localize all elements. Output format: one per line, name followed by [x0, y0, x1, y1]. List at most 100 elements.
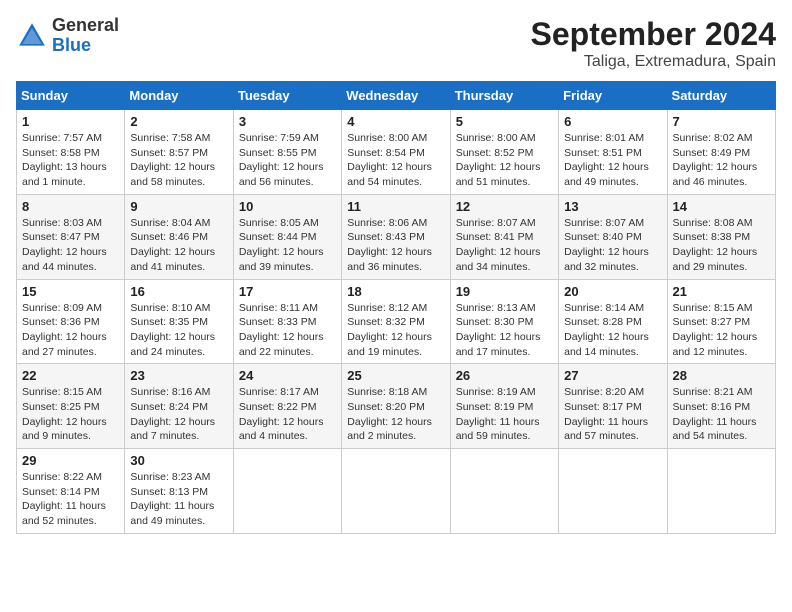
day-number: 5: [456, 114, 553, 129]
day-number: 18: [347, 284, 444, 299]
calendar-week-5: 29 Sunrise: 8:22 AMSunset: 8:14 PMDaylig…: [17, 449, 776, 534]
weekday-header-friday: Friday: [559, 82, 667, 110]
day-info: Sunrise: 8:19 AMSunset: 8:19 PMDaylight:…: [456, 385, 553, 444]
calendar-week-1: 1 Sunrise: 7:57 AMSunset: 8:58 PMDayligh…: [17, 110, 776, 195]
calendar-cell: [667, 449, 775, 534]
day-number: 21: [673, 284, 770, 299]
calendar-cell: 20 Sunrise: 8:14 AMSunset: 8:28 PMDaylig…: [559, 279, 667, 364]
calendar-cell: [559, 449, 667, 534]
calendar-cell: 23 Sunrise: 8:16 AMSunset: 8:24 PMDaylig…: [125, 364, 233, 449]
calendar-cell: 16 Sunrise: 8:10 AMSunset: 8:35 PMDaylig…: [125, 279, 233, 364]
calendar-cell: 30 Sunrise: 8:23 AMSunset: 8:13 PMDaylig…: [125, 449, 233, 534]
calendar-body: 1 Sunrise: 7:57 AMSunset: 8:58 PMDayligh…: [17, 110, 776, 534]
calendar-cell: [342, 449, 450, 534]
month-year: September 2024: [531, 16, 776, 53]
weekday-header-row: SundayMondayTuesdayWednesdayThursdayFrid…: [17, 82, 776, 110]
day-info: Sunrise: 8:00 AMSunset: 8:54 PMDaylight:…: [347, 131, 444, 190]
weekday-header-saturday: Saturday: [667, 82, 775, 110]
calendar-cell: 28 Sunrise: 8:21 AMSunset: 8:16 PMDaylig…: [667, 364, 775, 449]
day-number: 1: [22, 114, 119, 129]
day-number: 17: [239, 284, 336, 299]
day-number: 6: [564, 114, 661, 129]
calendar-cell: 7 Sunrise: 8:02 AMSunset: 8:49 PMDayligh…: [667, 110, 775, 195]
calendar-cell: 15 Sunrise: 8:09 AMSunset: 8:36 PMDaylig…: [17, 279, 125, 364]
weekday-header-thursday: Thursday: [450, 82, 558, 110]
logo: General Blue: [16, 16, 119, 56]
calendar-cell: 5 Sunrise: 8:00 AMSunset: 8:52 PMDayligh…: [450, 110, 558, 195]
header: General Blue September 2024 Taliga, Extr…: [16, 16, 776, 71]
day-number: 25: [347, 368, 444, 383]
day-info: Sunrise: 8:20 AMSunset: 8:17 PMDaylight:…: [564, 385, 661, 444]
day-info: Sunrise: 8:21 AMSunset: 8:16 PMDaylight:…: [673, 385, 770, 444]
day-number: 22: [22, 368, 119, 383]
calendar-cell: [233, 449, 341, 534]
calendar-cell: 2 Sunrise: 7:58 AMSunset: 8:57 PMDayligh…: [125, 110, 233, 195]
logo-icon: [16, 20, 48, 52]
calendar-cell: 11 Sunrise: 8:06 AMSunset: 8:43 PMDaylig…: [342, 194, 450, 279]
day-info: Sunrise: 8:02 AMSunset: 8:49 PMDaylight:…: [673, 131, 770, 190]
day-info: Sunrise: 7:59 AMSunset: 8:55 PMDaylight:…: [239, 131, 336, 190]
calendar-cell: 13 Sunrise: 8:07 AMSunset: 8:40 PMDaylig…: [559, 194, 667, 279]
day-number: 2: [130, 114, 227, 129]
location: Taliga, Extremadura, Spain: [531, 53, 776, 71]
day-info: Sunrise: 8:07 AMSunset: 8:41 PMDaylight:…: [456, 216, 553, 275]
weekday-header-tuesday: Tuesday: [233, 82, 341, 110]
day-info: Sunrise: 8:22 AMSunset: 8:14 PMDaylight:…: [22, 470, 119, 529]
day-info: Sunrise: 8:17 AMSunset: 8:22 PMDaylight:…: [239, 385, 336, 444]
day-info: Sunrise: 8:05 AMSunset: 8:44 PMDaylight:…: [239, 216, 336, 275]
weekday-header-sunday: Sunday: [17, 82, 125, 110]
day-info: Sunrise: 8:12 AMSunset: 8:32 PMDaylight:…: [347, 301, 444, 360]
day-number: 29: [22, 453, 119, 468]
day-number: 14: [673, 199, 770, 214]
day-number: 16: [130, 284, 227, 299]
day-number: 13: [564, 199, 661, 214]
day-info: Sunrise: 8:23 AMSunset: 8:13 PMDaylight:…: [130, 470, 227, 529]
calendar-week-3: 15 Sunrise: 8:09 AMSunset: 8:36 PMDaylig…: [17, 279, 776, 364]
day-number: 26: [456, 368, 553, 383]
calendar-cell: 24 Sunrise: 8:17 AMSunset: 8:22 PMDaylig…: [233, 364, 341, 449]
day-number: 10: [239, 199, 336, 214]
day-info: Sunrise: 8:07 AMSunset: 8:40 PMDaylight:…: [564, 216, 661, 275]
calendar: SundayMondayTuesdayWednesdayThursdayFrid…: [16, 81, 776, 534]
weekday-header-monday: Monday: [125, 82, 233, 110]
calendar-cell: 29 Sunrise: 8:22 AMSunset: 8:14 PMDaylig…: [17, 449, 125, 534]
day-number: 12: [456, 199, 553, 214]
calendar-cell: 19 Sunrise: 8:13 AMSunset: 8:30 PMDaylig…: [450, 279, 558, 364]
calendar-cell: 4 Sunrise: 8:00 AMSunset: 8:54 PMDayligh…: [342, 110, 450, 195]
day-number: 30: [130, 453, 227, 468]
calendar-cell: 14 Sunrise: 8:08 AMSunset: 8:38 PMDaylig…: [667, 194, 775, 279]
weekday-header-wednesday: Wednesday: [342, 82, 450, 110]
day-number: 23: [130, 368, 227, 383]
day-number: 28: [673, 368, 770, 383]
day-info: Sunrise: 8:04 AMSunset: 8:46 PMDaylight:…: [130, 216, 227, 275]
day-info: Sunrise: 8:18 AMSunset: 8:20 PMDaylight:…: [347, 385, 444, 444]
day-number: 11: [347, 199, 444, 214]
day-info: Sunrise: 8:06 AMSunset: 8:43 PMDaylight:…: [347, 216, 444, 275]
calendar-cell: 10 Sunrise: 8:05 AMSunset: 8:44 PMDaylig…: [233, 194, 341, 279]
day-number: 24: [239, 368, 336, 383]
day-number: 27: [564, 368, 661, 383]
calendar-cell: 22 Sunrise: 8:15 AMSunset: 8:25 PMDaylig…: [17, 364, 125, 449]
calendar-cell: [450, 449, 558, 534]
day-info: Sunrise: 8:14 AMSunset: 8:28 PMDaylight:…: [564, 301, 661, 360]
day-number: 7: [673, 114, 770, 129]
calendar-cell: 27 Sunrise: 8:20 AMSunset: 8:17 PMDaylig…: [559, 364, 667, 449]
calendar-cell: 26 Sunrise: 8:19 AMSunset: 8:19 PMDaylig…: [450, 364, 558, 449]
day-info: Sunrise: 8:15 AMSunset: 8:25 PMDaylight:…: [22, 385, 119, 444]
day-info: Sunrise: 8:15 AMSunset: 8:27 PMDaylight:…: [673, 301, 770, 360]
day-info: Sunrise: 7:58 AMSunset: 8:57 PMDaylight:…: [130, 131, 227, 190]
day-number: 3: [239, 114, 336, 129]
day-number: 4: [347, 114, 444, 129]
calendar-cell: 21 Sunrise: 8:15 AMSunset: 8:27 PMDaylig…: [667, 279, 775, 364]
day-number: 20: [564, 284, 661, 299]
calendar-week-4: 22 Sunrise: 8:15 AMSunset: 8:25 PMDaylig…: [17, 364, 776, 449]
calendar-cell: 18 Sunrise: 8:12 AMSunset: 8:32 PMDaylig…: [342, 279, 450, 364]
day-info: Sunrise: 7:57 AMSunset: 8:58 PMDaylight:…: [22, 131, 119, 190]
day-info: Sunrise: 8:01 AMSunset: 8:51 PMDaylight:…: [564, 131, 661, 190]
title-area: September 2024 Taliga, Extremadura, Spai…: [531, 16, 776, 71]
calendar-cell: 6 Sunrise: 8:01 AMSunset: 8:51 PMDayligh…: [559, 110, 667, 195]
day-number: 8: [22, 199, 119, 214]
logo-text: General Blue: [52, 16, 119, 56]
calendar-week-2: 8 Sunrise: 8:03 AMSunset: 8:47 PMDayligh…: [17, 194, 776, 279]
day-number: 9: [130, 199, 227, 214]
